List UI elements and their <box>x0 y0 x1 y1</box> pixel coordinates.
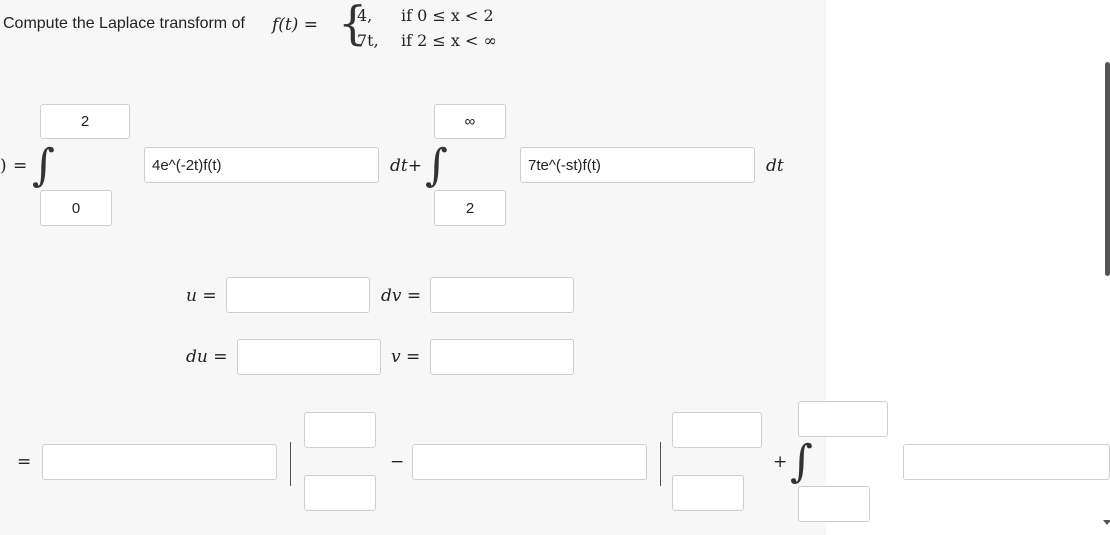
minus-sign: − <box>390 452 405 472</box>
answer1-field[interactable] <box>42 444 277 480</box>
row1-equals: = <box>13 156 28 176</box>
integral3-lower-limit[interactable] <box>798 486 870 522</box>
left-paren: ) <box>0 156 7 176</box>
u-label: u = <box>186 286 217 306</box>
du-label: du = <box>186 347 228 367</box>
integral1-lower-limit[interactable] <box>40 190 112 226</box>
piece1-condition: if 0 ≤ x < 2 <box>401 6 494 25</box>
du-field[interactable] <box>237 339 381 375</box>
scroll-down-arrow-icon[interactable] <box>1103 520 1110 525</box>
eval2-upper-field[interactable] <box>672 412 762 448</box>
v-field[interactable] <box>430 339 574 375</box>
answer2-field[interactable] <box>412 444 647 480</box>
dv-field[interactable] <box>430 277 574 313</box>
integrand1-field[interactable] <box>144 147 379 183</box>
dt-plus-label: dt+ <box>390 156 422 176</box>
scrollbar-thumb[interactable] <box>1105 62 1110 276</box>
integral-sign-icon: ∫ <box>425 140 448 191</box>
eval2-lower-field[interactable] <box>672 475 744 511</box>
integral-sign-icon: ∫ <box>790 436 813 487</box>
dt-label: dt <box>766 156 784 176</box>
piece2-value: 7t, <box>357 31 379 50</box>
integrand2-field[interactable] <box>520 147 755 183</box>
integral3-upper-limit[interactable] <box>798 401 888 437</box>
function-lhs: f(t) = <box>272 15 319 35</box>
integral-sign-icon: ∫ <box>32 140 55 191</box>
row3-equals: = <box>17 452 32 472</box>
plus-sign: + <box>773 452 788 472</box>
integral2-upper-limit[interactable] <box>434 104 506 139</box>
problem-prompt: Compute the Laplace transform of <box>3 15 245 32</box>
u-field[interactable] <box>226 277 370 313</box>
answer3-field[interactable] <box>903 444 1110 480</box>
eval1-upper-field[interactable] <box>304 412 376 448</box>
evaluation-bar <box>290 442 291 486</box>
piece2-condition: if 2 ≤ x < ∞ <box>401 31 497 50</box>
piece1-value: 4, <box>357 6 373 25</box>
v-label: v = <box>391 347 421 367</box>
dv-label: dv = <box>381 286 422 306</box>
evaluation-bar <box>660 442 661 486</box>
eval1-lower-field[interactable] <box>304 475 376 511</box>
integral1-upper-limit[interactable] <box>40 104 130 139</box>
integral2-lower-limit[interactable] <box>434 190 506 226</box>
